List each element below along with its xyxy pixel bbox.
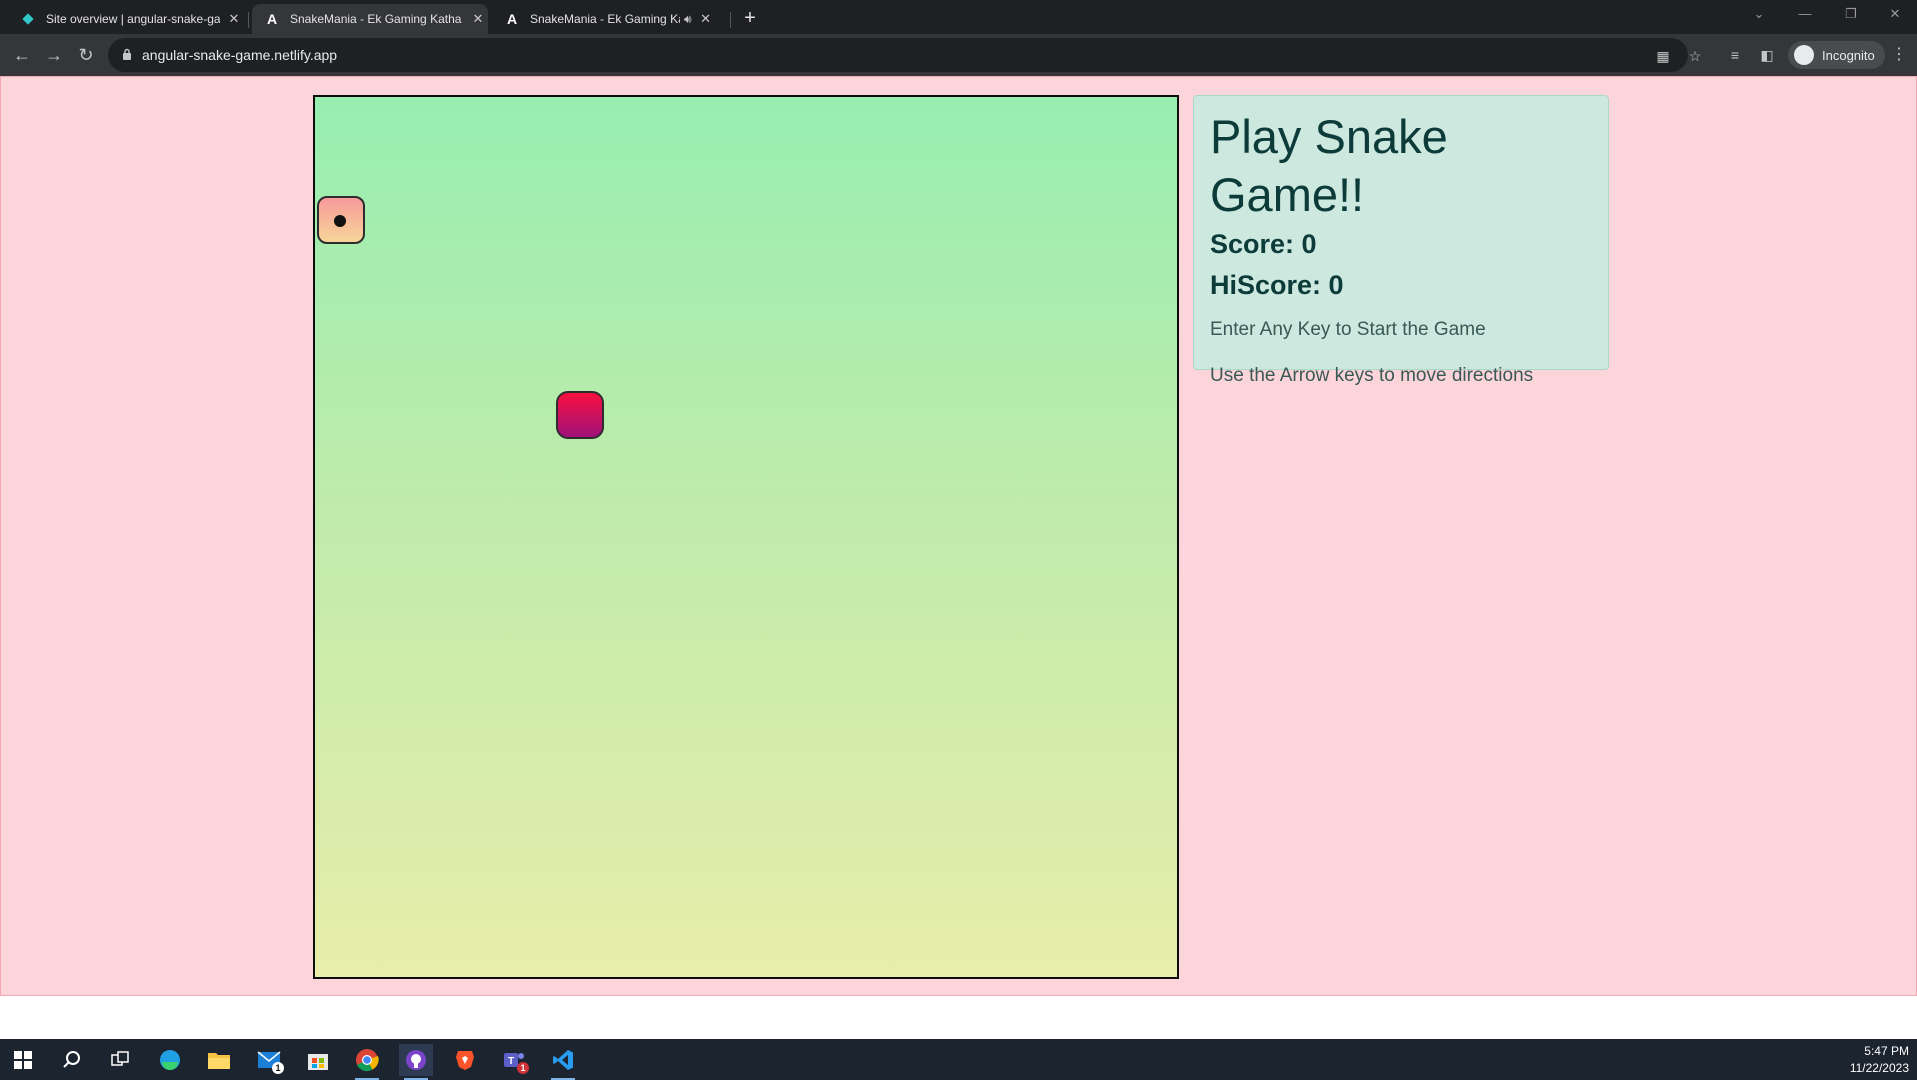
game-board[interactable] xyxy=(313,95,1179,979)
close-icon[interactable]: ✕ xyxy=(470,11,486,27)
search-icon[interactable] xyxy=(55,1044,89,1076)
back-icon[interactable]: ← xyxy=(8,41,36,69)
speaker-icon[interactable]: 🔊︎ xyxy=(684,12,692,27)
reload-icon[interactable]: ↻ xyxy=(72,41,100,69)
side-panel-icon[interactable]: ◧ xyxy=(1758,46,1776,64)
more-menu-icon[interactable]: ⋮ xyxy=(1890,46,1908,64)
close-icon[interactable]: ✕ xyxy=(698,11,714,27)
tab-site-overview[interactable]: Site overview | angular-snake-ga ✕ xyxy=(8,4,244,34)
url-text: angular-snake-game.netlify.app xyxy=(142,47,338,63)
tab-title: SnakeMania - Ek Gaming Katha xyxy=(290,12,462,26)
incognito-icon xyxy=(1794,45,1814,65)
tab-snakemania[interactable]: A SnakeMania - Ek Gaming Katha ✕ xyxy=(252,4,488,34)
tab-separator xyxy=(248,12,249,28)
score-text: Score: 0 xyxy=(1210,229,1317,259)
tab-title: Site overview | angular-snake-ga xyxy=(46,12,220,26)
minimize-icon[interactable]: — xyxy=(1782,0,1828,30)
start-instruction: Enter Any Key to Start the Game xyxy=(1210,319,1486,340)
windows-start-icon[interactable] xyxy=(6,1044,40,1076)
brave-icon[interactable] xyxy=(448,1044,482,1076)
lock-icon xyxy=(123,48,131,60)
tab-title: SnakeMania - Ek Gaming Ka xyxy=(530,12,680,26)
netlify-diamond-icon xyxy=(20,11,36,27)
page-viewport: Play Snake Game!! Score: 0 HiScore: 0 En… xyxy=(0,76,1917,1039)
snake-eye xyxy=(334,215,346,227)
clock-date: 11/22/2023 xyxy=(1849,1061,1909,1075)
score-panel: Play Snake Game!! Score: 0 HiScore: 0 En… xyxy=(1193,95,1609,386)
forward-icon[interactable]: → xyxy=(40,41,68,69)
task-view-icon[interactable] xyxy=(103,1044,137,1076)
system-clock[interactable]: 5:47 PM 11/22/2023 xyxy=(1850,1043,1909,1077)
tab-snakemania-2[interactable]: A SnakeMania - Ek Gaming Ka 🔊︎ ✕ xyxy=(492,4,728,34)
close-icon[interactable]: ✕ xyxy=(226,11,242,27)
vscode-icon[interactable] xyxy=(546,1044,580,1080)
windows-taskbar: 1 T 1 5:47 PM 11/22/2023 xyxy=(0,1039,1917,1080)
tab-separator xyxy=(730,12,731,28)
incognito-label: Incognito xyxy=(1822,47,1875,63)
clock-time: 5:47 PM xyxy=(1864,1044,1909,1058)
tab-strip: Site overview | angular-snake-ga ✕ A Sna… xyxy=(0,0,1917,34)
teams-badge: 1 xyxy=(517,1062,529,1074)
teams-icon[interactable]: T 1 xyxy=(497,1044,531,1076)
angular-a-icon: A xyxy=(266,11,278,27)
hiscore-text: HiScore: 0 xyxy=(1210,270,1344,300)
angular-a-icon: A xyxy=(506,11,518,27)
move-instruction: Use the Arrow keys to move directions xyxy=(1210,365,1534,386)
page-background: Play Snake Game!! Score: 0 HiScore: 0 En… xyxy=(0,76,1917,996)
svg-text:T: T xyxy=(508,1056,514,1067)
github-desktop-icon[interactable] xyxy=(399,1044,433,1080)
mail-badge: 1 xyxy=(272,1062,284,1074)
mail-icon[interactable]: 1 xyxy=(252,1044,286,1076)
window-close-icon[interactable]: ✕ xyxy=(1872,0,1917,30)
tab-search-icon[interactable]: ⌄ xyxy=(1736,0,1782,30)
media-control-icon[interactable]: ≡ xyxy=(1726,46,1744,64)
restore-icon[interactable]: ❐ xyxy=(1828,0,1874,30)
chrome-icon[interactable] xyxy=(350,1044,384,1080)
incognito-badge[interactable]: Incognito xyxy=(1788,41,1885,69)
qr-code-icon[interactable]: ▦ xyxy=(1654,47,1672,65)
browser-toolbar: ← → ↻ angular-snake-game.netlify.app ▦ ☆… xyxy=(0,34,1917,76)
edge-icon[interactable] xyxy=(153,1044,187,1076)
new-tab-button[interactable]: + xyxy=(736,4,764,32)
bookmark-star-icon[interactable]: ☆ xyxy=(1686,47,1704,65)
store-icon[interactable] xyxy=(301,1044,335,1076)
page-title: Play Snake Game!! xyxy=(1210,110,1448,221)
snake-food xyxy=(556,391,604,439)
address-bar[interactable]: angular-snake-game.netlify.app ▦ ☆ xyxy=(108,38,1701,72)
file-explorer-icon[interactable] xyxy=(202,1044,236,1076)
snake-head xyxy=(317,196,365,244)
